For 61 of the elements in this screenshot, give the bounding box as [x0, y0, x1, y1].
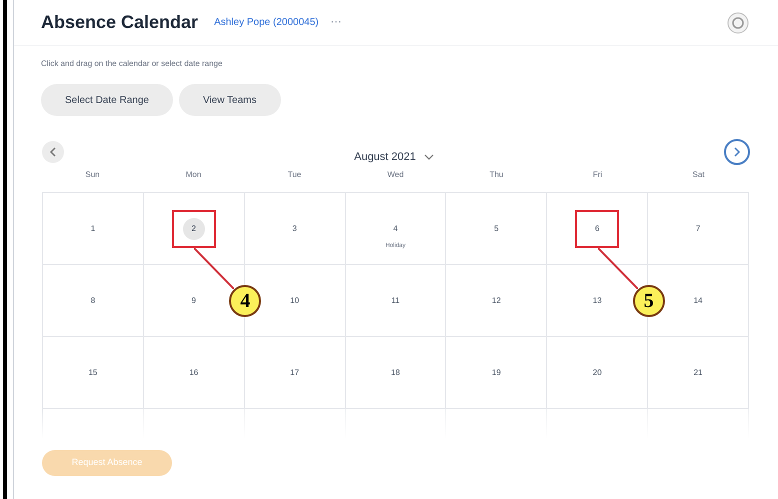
day-cell[interactable]: 1 [43, 193, 144, 265]
day-number: 8 [90, 295, 96, 307]
day-cell[interactable]: 8 [43, 265, 144, 337]
day-cell[interactable]: 5 [446, 193, 548, 265]
next-month-button[interactable] [724, 139, 750, 165]
day-number: 14 [694, 295, 703, 307]
day-cell[interactable]: 11 [346, 265, 446, 337]
day-cell[interactable]: 19 [446, 337, 548, 409]
day-number: 21 [694, 367, 703, 379]
day-number: 12 [492, 295, 501, 307]
day-cell[interactable]: 6 [547, 193, 648, 265]
day-number: 15 [88, 367, 98, 379]
weekday-label: Mon [184, 169, 202, 181]
day-cell[interactable]: 17 [244, 337, 346, 409]
leader-line [194, 248, 234, 289]
day-cell[interactable]: 21 [648, 337, 749, 409]
weekday-label: Thu [488, 169, 504, 181]
day-number: 3 [292, 223, 297, 235]
day-number: 16 [189, 367, 198, 379]
day-number: 10 [290, 295, 300, 307]
worker-link[interactable]: Ashley Pope (2000045) [214, 15, 319, 30]
weekday-label: Fri [592, 169, 604, 181]
day-cell[interactable]: 3 [244, 193, 346, 265]
day-number: 9 [192, 295, 196, 307]
weekday-label: Tue [286, 169, 302, 181]
chevron-right-icon [733, 147, 741, 157]
day-cell[interactable]: 20 [547, 337, 648, 409]
profile-icon[interactable] [727, 12, 749, 34]
day-number: 11 [391, 295, 400, 307]
instructions-text: Click and drag on the calendar or select date range [41, 58, 224, 70]
action-button[interactable]: View Teams [178, 84, 280, 116]
weekday-label: Wed [386, 169, 405, 181]
action-button[interactable]: Select Date Range [41, 84, 173, 116]
day-cell[interactable]: 16 [144, 337, 245, 409]
weekday-label: Sun [84, 169, 101, 181]
step-badge: 4 [229, 285, 262, 317]
day-number: 17 [290, 367, 300, 379]
day-number: 6 [594, 223, 600, 235]
day-number: 4 [393, 223, 398, 235]
leader-line [598, 248, 638, 289]
day-number: 1 [90, 223, 96, 235]
weekday-label: Sat [691, 169, 706, 181]
chevron-left-icon [49, 147, 57, 157]
day-number: 2 [182, 218, 205, 240]
request-absence-button: Request Absence [42, 450, 172, 476]
day-cell[interactable]: 2 [144, 193, 245, 265]
day-number: 7 [696, 223, 700, 235]
day-cell[interactable]: 12 [446, 265, 548, 337]
previous-month-button[interactable] [42, 141, 64, 163]
page-title: Absence Calendar [41, 11, 198, 34]
chevron-down-icon [424, 154, 434, 160]
month-picker[interactable]: August 2021 [354, 148, 434, 166]
day-cell[interactable]: 18 [346, 337, 446, 409]
day-number: 19 [492, 367, 501, 379]
day-cell[interactable]: 15 [43, 337, 144, 409]
day-number: 20 [592, 367, 602, 379]
day-cell[interactable]: 7 [648, 193, 749, 265]
day-number: 13 [592, 295, 602, 307]
day-number: 5 [494, 223, 499, 235]
step-badge: 5 [632, 285, 665, 317]
day-number: 18 [391, 367, 400, 379]
